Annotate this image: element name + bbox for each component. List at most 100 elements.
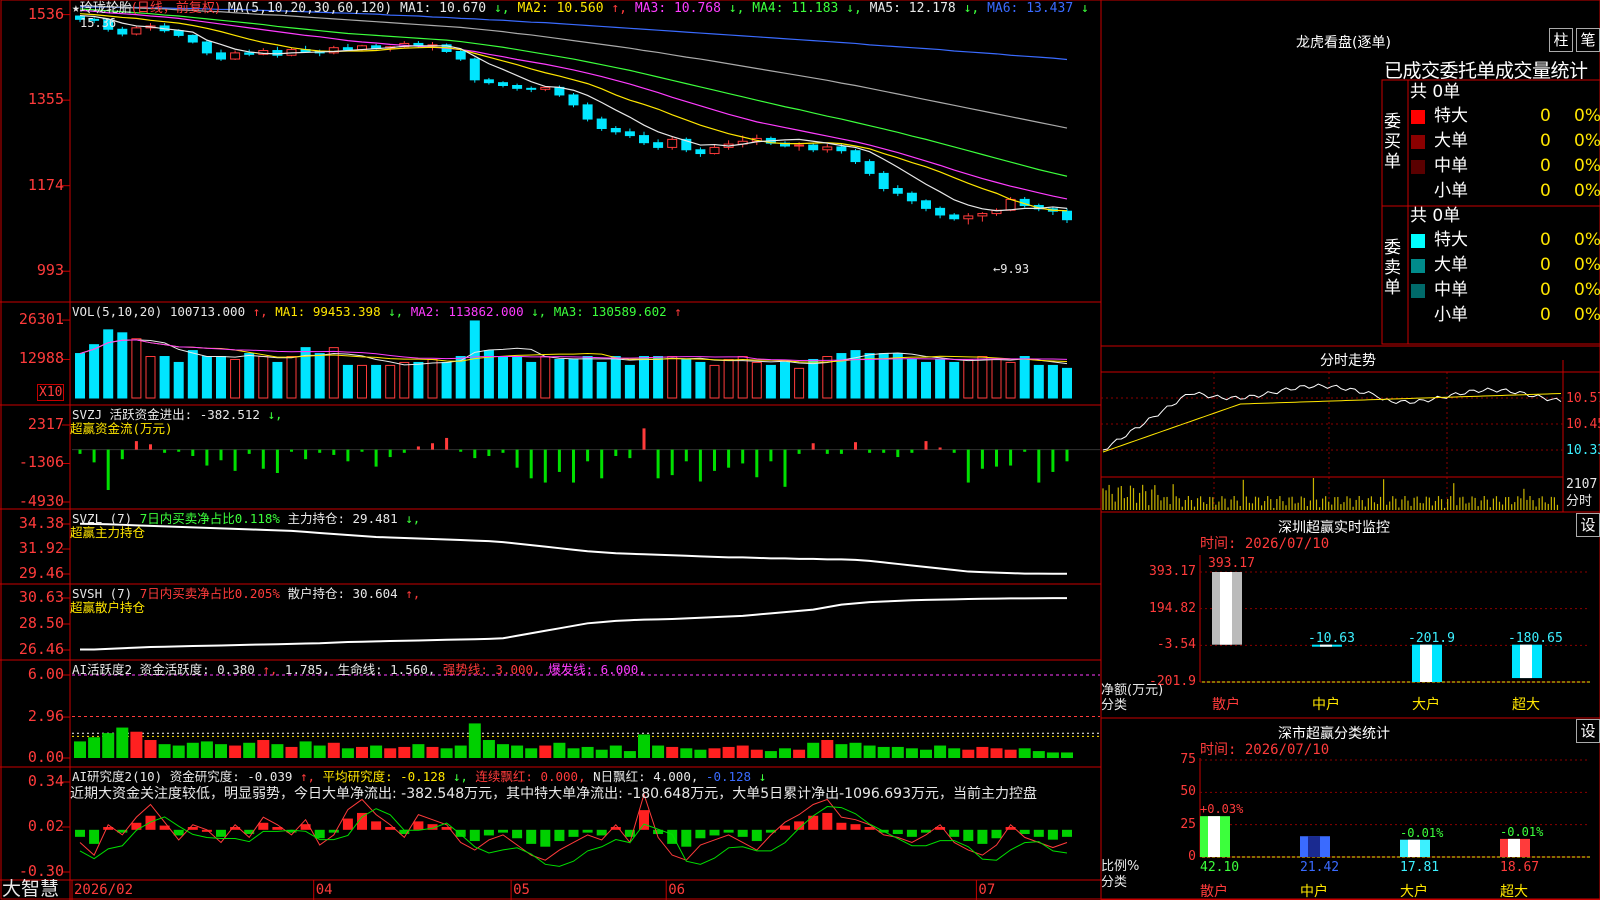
class-stats-title: 深市超赢分类统计 [1278,726,1390,742]
candle [822,146,833,151]
activity-bar [468,723,481,758]
fund-flow-bar [938,447,942,450]
class-category: 超大 [1500,884,1528,900]
fund-flow-bar [149,444,152,450]
ma-legend-12: ↓ [1080,1,1089,16]
svsh-legend-2: ↑, [405,586,421,601]
ma2-line [79,13,1068,212]
chart-canvas[interactable] [0,0,1600,900]
candle [526,87,537,90]
research-bar [1033,829,1044,837]
activity-bar [271,744,284,758]
fund-flow-bar [219,449,223,461]
svzj-header: SVZJ 活跃资金进出: -382.512 ↓, [72,407,283,422]
activity-bar [976,746,989,758]
class-value: 18.67 [1500,860,1540,875]
buy-row-label: 中单 [1434,156,1468,176]
research-bar [173,829,184,836]
vol-bar [878,353,889,399]
research-bar [808,815,819,830]
vol-legend-5: ↓, [531,304,547,319]
research-bar [709,829,720,836]
candle [230,52,241,60]
vol-bar [864,353,875,399]
vol-bar [1019,356,1030,399]
vol-bar [399,361,410,399]
vol-bar [935,358,946,399]
activity-bar [849,742,862,758]
vol-bar [258,356,269,399]
monitor-category: 超大 [1512,697,1540,713]
ft-vol-label: 2107 [1566,477,1598,492]
candle [610,128,621,133]
color-swatch [1411,110,1425,124]
cls-y-label: 0 [1188,849,1196,864]
candle [709,146,720,155]
candle [1005,198,1016,211]
ai1-legend-2: 1.785, [284,662,331,677]
vol-bar [921,361,931,399]
activity-bar [243,742,256,758]
cls-y-label: 50 [1180,784,1196,800]
svzl-header: SVZL (7) 7日内买卖净占比0.118% 主力持仓: 29.481 ↓, [72,511,421,526]
tab-filled[interactable]: 已成交 [1384,60,1440,82]
monitor-value: -201.9 [1408,630,1455,646]
research-bar [1019,829,1030,835]
activity-bar [313,745,326,758]
activity-bar [764,751,777,758]
activity-bar [327,742,340,758]
ai2-legend-7: ↓ [758,769,767,784]
candle [483,79,494,84]
research-bar [554,829,565,842]
activity-bar [920,749,932,758]
candle [906,192,917,202]
ma-legend-0: MA(5,10,20,30,60,120) [227,1,393,16]
class-bar-hl [1408,839,1420,857]
x-label: 06 [668,882,686,898]
cls-y-label: 75 [1180,752,1196,767]
bar-view-button[interactable]: 柱 [1549,28,1573,52]
candle [498,82,508,87]
ma-legend-10: ↓, [963,1,980,16]
buy-side-label: 单 [1384,152,1401,172]
fund-flow-bar [318,449,322,453]
ma-legend-7: MA4: 11.183 [752,1,839,16]
tab-volume-stats[interactable]: 成交量统计 [1495,60,1588,82]
fund-flow-bar [966,449,970,483]
monitor-value: 393.17 [1208,556,1255,571]
activity-bar [807,742,820,758]
class-settings-button[interactable]: 设 [1576,719,1600,743]
activity-bar [341,748,354,758]
research-bar [780,825,790,830]
activity-bar [497,744,509,758]
fund-flow-bar [360,449,364,452]
fund-flow-bar [811,443,815,450]
tick-view-button[interactable]: 笔 [1576,28,1600,52]
sell-row-value: 0 [1540,305,1551,325]
sell-row-percent: 0% [1574,230,1600,250]
order-tabs[interactable]: 已成交委托单成交量统计 [1384,56,1588,83]
fund-flow-bar [515,449,519,468]
fund-flow-bar [854,442,857,450]
activity-bar [877,746,890,758]
sell-side-label: 卖 [1384,258,1401,278]
fund-flow-bar [402,449,406,453]
buy-row-percent: 0% [1574,131,1600,151]
fund-flow-bar [431,443,434,450]
svsh-subtitle: 超赢散户持仓 [70,600,146,615]
ai1-y-label: 0.00 [27,748,64,766]
research-bar [949,829,960,837]
monitor-bar-hl [1420,644,1432,682]
activity-bar [172,745,185,758]
candle [624,131,635,137]
fund-flow-bar [290,449,293,452]
vol-bar [794,367,805,399]
x-label: 04 [315,882,333,898]
tab-orders[interactable]: 委托单 [1440,60,1496,82]
activity-bar [426,746,439,758]
research-bar [568,829,579,837]
research-line-red [79,792,1068,861]
ma-legend-3: MA2: 10.560 [517,1,604,16]
candle [187,34,198,43]
monitor-settings-button[interactable]: 设 [1576,513,1600,537]
